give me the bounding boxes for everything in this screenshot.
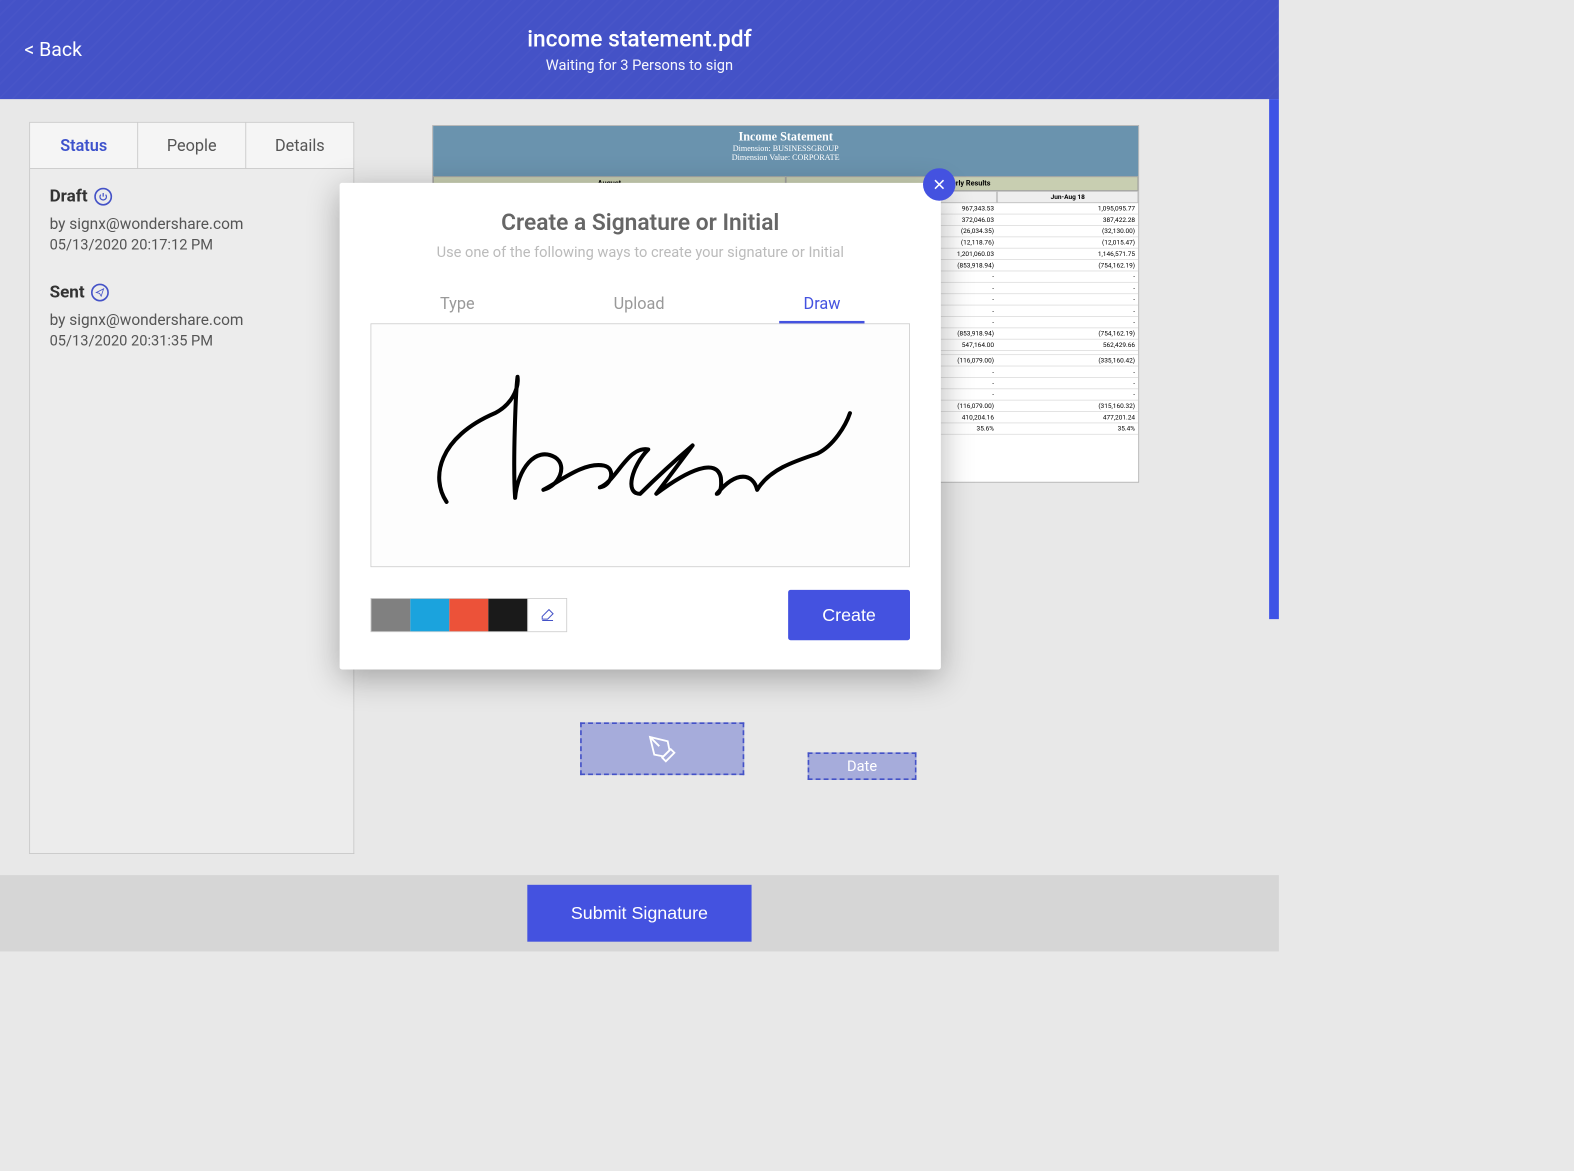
signature-canvas[interactable]: [371, 323, 911, 567]
scrollbar[interactable]: [1269, 99, 1279, 619]
header-title-block: income statement.pdf Waiting for 3 Perso…: [527, 25, 751, 74]
close-icon: [932, 177, 947, 192]
status-date: 05/13/2020 20:31:35 PM: [50, 332, 334, 349]
status-by: by signx@wondershare.com: [50, 215, 334, 234]
create-signature-modal: Create a Signature or Initial Use one of…: [340, 183, 941, 670]
eraser-icon: [539, 607, 555, 623]
status-list: Draft by signx@wondershare.com 05/13/202…: [29, 169, 354, 854]
signature-field[interactable]: [580, 722, 744, 775]
send-icon: [91, 284, 109, 302]
color-swatches: [371, 598, 568, 632]
status-date: 05/13/2020 20:17:12 PM: [50, 236, 334, 253]
footer: Submit Signature: [0, 875, 1279, 951]
modal-tabs: Type Upload Draw: [371, 285, 911, 323]
tab-people[interactable]: People: [138, 123, 246, 169]
status-label: Sent: [50, 283, 85, 303]
app-header: < Back income statement.pdf Waiting for …: [0, 0, 1279, 99]
eraser-button[interactable]: [527, 599, 566, 632]
color-red[interactable]: [449, 599, 488, 632]
color-black[interactable]: [488, 599, 527, 632]
col-header: Jun-Aug 18: [997, 191, 1138, 203]
tab-details[interactable]: Details: [246, 123, 353, 169]
status-label: Draft: [50, 187, 88, 207]
document-subtitle: Waiting for 3 Persons to sign: [527, 57, 751, 74]
drawn-signature: [398, 348, 882, 542]
close-button[interactable]: [923, 168, 956, 201]
modal-subtitle: Use one of the following ways to create …: [371, 244, 911, 261]
sidebar: Status People Details Draft by signx@won…: [0, 99, 384, 875]
color-blue[interactable]: [410, 599, 449, 632]
color-gray[interactable]: [371, 599, 410, 632]
status-item-draft: Draft by signx@wondershare.com 05/13/202…: [50, 187, 334, 254]
status-item-sent: Sent by signx@wondershare.com 05/13/2020…: [50, 283, 334, 350]
doc-heading: Income Statement: [433, 131, 1138, 145]
modal-tab-type[interactable]: Type: [416, 285, 499, 323]
doc-dim2: Dimension Value: CORPORATE: [433, 154, 1138, 163]
back-button[interactable]: < Back: [24, 38, 82, 61]
modal-title: Create a Signature or Initial: [371, 209, 911, 236]
submit-signature-button[interactable]: Submit Signature: [527, 885, 752, 942]
doc-dim1: Dimension: BUSINESSGROUP: [433, 145, 1138, 154]
date-field[interactable]: Date: [808, 752, 917, 780]
pen-nib-icon: [648, 734, 677, 763]
power-icon: [94, 188, 112, 206]
document-title: income statement.pdf: [527, 25, 751, 52]
modal-tab-upload[interactable]: Upload: [589, 285, 689, 323]
status-by: by signx@wondershare.com: [50, 310, 334, 329]
tab-status[interactable]: Status: [30, 123, 138, 169]
modal-tab-draw[interactable]: Draw: [779, 285, 865, 323]
sidebar-tabs: Status People Details: [29, 122, 354, 169]
create-button[interactable]: Create: [788, 590, 910, 640]
